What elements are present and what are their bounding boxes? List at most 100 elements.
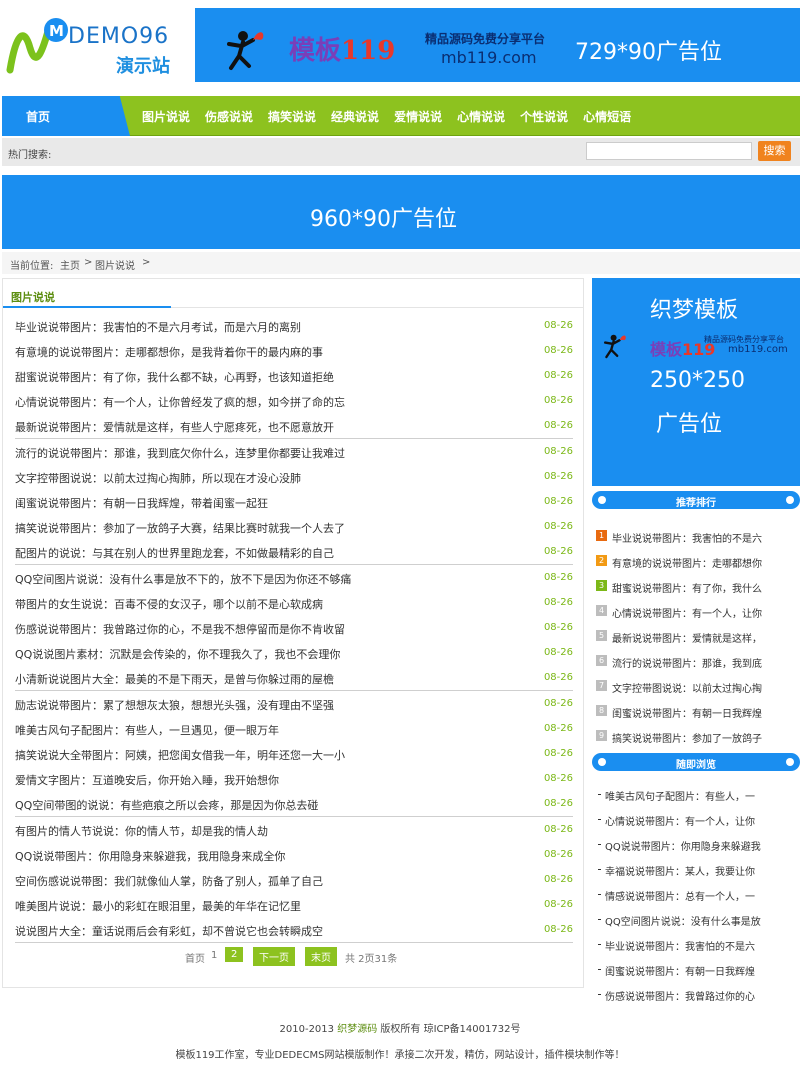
nav-item[interactable]: 搞笑说说: [268, 108, 316, 125]
site-logo[interactable]: M DEMO96 演示站: [6, 14, 188, 80]
list-item[interactable]: 毕业说说带图片：我害怕的不是六月考试，而是六月的离别 08-26: [15, 313, 573, 338]
random-item[interactable]: 闺蜜说说带图片：有朝一日我辉煌: [594, 957, 800, 982]
list-item[interactable]: QQ空间带图的说说：有些疤痕之所以会疼，那是因为你总去碰 08-26: [15, 791, 573, 816]
rank-item[interactable]: 5 最新说说带图片：爱情就是这样，: [594, 624, 800, 649]
list-item[interactable]: 流行的说说带图片：那谁，我到底欠你什么，连梦里你都要让我难过 08-26: [15, 439, 573, 464]
side-ad-banner[interactable]: 织梦模板 模板119 精品源码免费分享平台 mb119.com 250*250 …: [592, 278, 800, 486]
list-item-title[interactable]: 小清新说说图片大全：最美的不是下雨天，是曾与你躲过雨的屋檐: [15, 671, 334, 687]
list-item-title[interactable]: 甜蜜说说带图片：有了你，我什么都不缺，心再野，也该知道拒绝: [15, 369, 334, 385]
list-item-title[interactable]: 文字控带图说说：以前太过掏心掏肺，所以现在才没心没肺: [15, 470, 301, 486]
rank-item[interactable]: 1 毕业说说带图片：我害怕的不是六: [594, 524, 800, 549]
pager-last[interactable]: 末页: [305, 947, 337, 966]
random-item[interactable]: 唯美古风句子配图片：有些人，一: [594, 782, 800, 807]
rank-item-title[interactable]: 搞笑说说带图片：参加了一放鸽子: [612, 730, 800, 745]
list-item[interactable]: QQ说说图片素材：沉默是会传染的，你不理我久了，我也不会理你 08-26: [15, 640, 573, 665]
nav-item[interactable]: 爱情说说: [394, 108, 442, 125]
list-item-title[interactable]: QQ说说图片素材：沉默是会传染的，你不理我久了，我也不会理你: [15, 646, 340, 662]
search-input[interactable]: [586, 142, 752, 160]
random-item-title[interactable]: 心情说说带图片：有一个人，让你: [605, 813, 800, 828]
rank-item[interactable]: 9 搞笑说说带图片：参加了一放鸽子: [594, 724, 800, 749]
list-item[interactable]: 唯美古风句子配图片：有些人，一旦遇见，便一眼万年 08-26: [15, 716, 573, 741]
list-item-title[interactable]: 唯美图片说说：最小的彩虹在眼泪里，最美的年华在记忆里: [15, 898, 301, 914]
nav-home[interactable]: 首页: [2, 96, 130, 136]
list-item[interactable]: 说说图片大全：童话说雨后会有彩虹，却不曾说它也会转瞬成空 08-26: [15, 917, 573, 942]
list-item-title[interactable]: 配图片的说说：与其在别人的世界里跑龙套，不如做最精彩的自己: [15, 545, 334, 561]
pager-first[interactable]: 首页: [185, 950, 205, 965]
mid-ad-banner[interactable]: 960*90广告位: [2, 175, 800, 249]
list-item-title[interactable]: 搞笑说说带图片：参加了一放鸽子大赛，结果比赛时就我一个人去了: [15, 520, 345, 536]
list-item-title[interactable]: 伤感说说带图片：我曾路过你的心，不是我不想停留而是你不肯收留: [15, 621, 345, 637]
rank-item-title[interactable]: 文字控带图说说：以前太过掏心掏: [612, 680, 800, 695]
breadcrumb-current[interactable]: 图片说说: [95, 257, 135, 272]
random-item[interactable]: 情感说说带图片：总有一个人，一: [594, 882, 800, 907]
list-item[interactable]: 小清新说说图片大全：最美的不是下雨天，是曾与你躲过雨的屋檐 08-26: [15, 665, 573, 690]
list-item-title[interactable]: 毕业说说带图片：我害怕的不是六月考试，而是六月的离别: [15, 319, 301, 335]
nav-item[interactable]: 心情短语: [583, 108, 631, 125]
random-item[interactable]: 幸福说说带图片：某人，我要让你: [594, 857, 800, 882]
nav-item[interactable]: 图片说说: [142, 108, 190, 125]
rank-item-title[interactable]: 毕业说说带图片：我害怕的不是六: [612, 530, 800, 545]
rank-item[interactable]: 2 有意境的说说带图片：走哪都想你: [594, 549, 800, 574]
search-button[interactable]: 搜索: [758, 141, 791, 161]
random-item-title[interactable]: QQ说说带图片：你用隐身来躲避我: [605, 838, 800, 853]
list-item-title[interactable]: 爱情文字图片：互道晚安后，你开始入睡，我开始想你: [15, 772, 279, 788]
list-item[interactable]: 空间伤感说说带图：我们就像仙人掌，防备了别人，孤单了自己 08-26: [15, 867, 573, 892]
nav-item[interactable]: 心情说说: [457, 108, 505, 125]
random-item-title[interactable]: 毕业说说带图片：我害怕的不是六: [605, 938, 800, 953]
random-item-title[interactable]: 闺蜜说说带图片：有朝一日我辉煌: [605, 963, 800, 978]
random-item[interactable]: 心情说说带图片：有一个人，让你: [594, 807, 800, 832]
list-item[interactable]: 有图片的情人节说说：你的情人节，却是我的情人劫 08-26: [15, 817, 573, 842]
list-item-title[interactable]: 唯美古风句子配图片：有些人，一旦遇见，便一眼万年: [15, 722, 279, 738]
random-item-title[interactable]: QQ空间图片说说：没有什么事是放: [605, 913, 800, 928]
rank-item[interactable]: 6 流行的说说带图片：那谁，我到底: [594, 649, 800, 674]
random-item[interactable]: QQ说说带图片：你用隐身来躲避我: [594, 832, 800, 857]
list-item[interactable]: 有意境的说说带图片：走哪都想你，是我背着你干的最内麻的事 08-26: [15, 338, 573, 363]
rank-item-title[interactable]: 有意境的说说带图片：走哪都想你: [612, 555, 800, 570]
list-item[interactable]: 最新说说带图片：爱情就是这样，有些人宁愿疼死，也不愿意放开 08-26: [15, 413, 573, 438]
rank-item-title[interactable]: 流行的说说带图片：那谁，我到底: [612, 655, 800, 670]
list-item[interactable]: 爱情文字图片：互道晚安后，你开始入睡，我开始想你 08-26: [15, 766, 573, 791]
list-item-title[interactable]: QQ空间带图的说说：有些疤痕之所以会疼，那是因为你总去碰: [15, 797, 318, 813]
list-item[interactable]: 文字控带图说说：以前太过掏心掏肺，所以现在才没心没肺 08-26: [15, 464, 573, 489]
list-item-title[interactable]: 心情说说带图片：有一个人，让你曾经发了疯的想，如今拼了命的忘: [15, 394, 345, 410]
list-item[interactable]: 搞笑说说带图片：参加了一放鸽子大赛，结果比赛时就我一个人去了 08-26: [15, 514, 573, 539]
list-item[interactable]: 配图片的说说：与其在别人的世界里跑龙套，不如做最精彩的自己 08-26: [15, 539, 573, 564]
random-item[interactable]: 毕业说说带图片：我害怕的不是六: [594, 932, 800, 957]
random-item[interactable]: 伤感说说带图片：我曾路过你的心: [594, 982, 800, 1007]
list-item-title[interactable]: 有意境的说说带图片：走哪都想你，是我背着你干的最内麻的事: [15, 344, 323, 360]
list-item-title[interactable]: 最新说说带图片：爱情就是这样，有些人宁愿疼死，也不愿意放开: [15, 419, 334, 435]
rank-item-title[interactable]: 心情说说带图片：有一个人，让你: [612, 605, 800, 620]
random-item-title[interactable]: 伤感说说带图片：我曾路过你的心: [605, 988, 800, 1003]
pager-next[interactable]: 下一页: [253, 947, 295, 966]
nav-item[interactable]: 伤感说说: [205, 108, 253, 125]
list-item[interactable]: 搞笑说说大全带图片：阿姨，把您闺女借我一年，明年还您一大一小 08-26: [15, 741, 573, 766]
list-item[interactable]: 励志说说带图片：累了想想灰太狼，想想光头强，没有理由不坚强 08-26: [15, 691, 573, 716]
list-item[interactable]: 唯美图片说说：最小的彩虹在眼泪里，最美的年华在记忆里 08-26: [15, 892, 573, 917]
breadcrumb-home[interactable]: 主页: [60, 257, 80, 272]
list-item[interactable]: 带图片的女生说说：百毒不侵的女汉子，哪个以前不是心软成病 08-26: [15, 590, 573, 615]
rank-item-title[interactable]: 闺蜜说说带图片：有朝一日我辉煌: [612, 705, 800, 720]
list-item-title[interactable]: 带图片的女生说说：百毒不侵的女汉子，哪个以前不是心软成病: [15, 596, 323, 612]
list-item-title[interactable]: 流行的说说带图片：那谁，我到底欠你什么，连梦里你都要让我难过: [15, 445, 345, 461]
random-item[interactable]: QQ空间图片说说：没有什么事是放: [594, 907, 800, 932]
random-item-title[interactable]: 情感说说带图片：总有一个人，一: [605, 888, 800, 903]
list-item-title[interactable]: QQ空间图片说说：没有什么事是放不下的，放不下是因为你还不够痛: [15, 571, 351, 587]
list-item[interactable]: QQ空间图片说说：没有什么事是放不下的，放不下是因为你还不够痛 08-26: [15, 565, 573, 590]
list-item-title[interactable]: 有图片的情人节说说：你的情人节，却是我的情人劫: [15, 823, 268, 839]
rank-item[interactable]: 7 文字控带图说说：以前太过掏心掏: [594, 674, 800, 699]
random-item-title[interactable]: 唯美古风句子配图片：有些人，一: [605, 788, 800, 803]
rank-item-title[interactable]: 甜蜜说说带图片：有了你，我什么: [612, 580, 800, 595]
nav-item[interactable]: 经典说说: [331, 108, 379, 125]
footer-icp[interactable]: 琼ICP备14001732号: [424, 1024, 521, 1035]
top-ad-banner[interactable]: 模板119 精品源码免费分享平台 mb119.com 729*90广告位: [195, 8, 800, 82]
rank-item[interactable]: 3 甜蜜说说带图片：有了你，我什么: [594, 574, 800, 599]
list-item-title[interactable]: QQ说说带图片：你用隐身来躲避我，我用隐身来成全你: [15, 848, 285, 864]
footer-site-link[interactable]: 织梦源码: [337, 1024, 377, 1035]
rank-item-title[interactable]: 最新说说带图片：爱情就是这样，: [612, 630, 800, 645]
rank-item[interactable]: 8 闺蜜说说带图片：有朝一日我辉煌: [594, 699, 800, 724]
list-item[interactable]: 伤感说说带图片：我曾路过你的心，不是我不想停留而是你不肯收留 08-26: [15, 615, 573, 640]
list-item-title[interactable]: 励志说说带图片：累了想想灰太狼，想想光头强，没有理由不坚强: [15, 697, 334, 713]
random-item-title[interactable]: 幸福说说带图片：某人，我要让你: [605, 863, 800, 878]
list-item[interactable]: 心情说说带图片：有一个人，让你曾经发了疯的想，如今拼了命的忘 08-26: [15, 388, 573, 413]
list-item-title[interactable]: 搞笑说说大全带图片：阿姨，把您闺女借我一年，明年还您一大一小: [15, 747, 345, 763]
